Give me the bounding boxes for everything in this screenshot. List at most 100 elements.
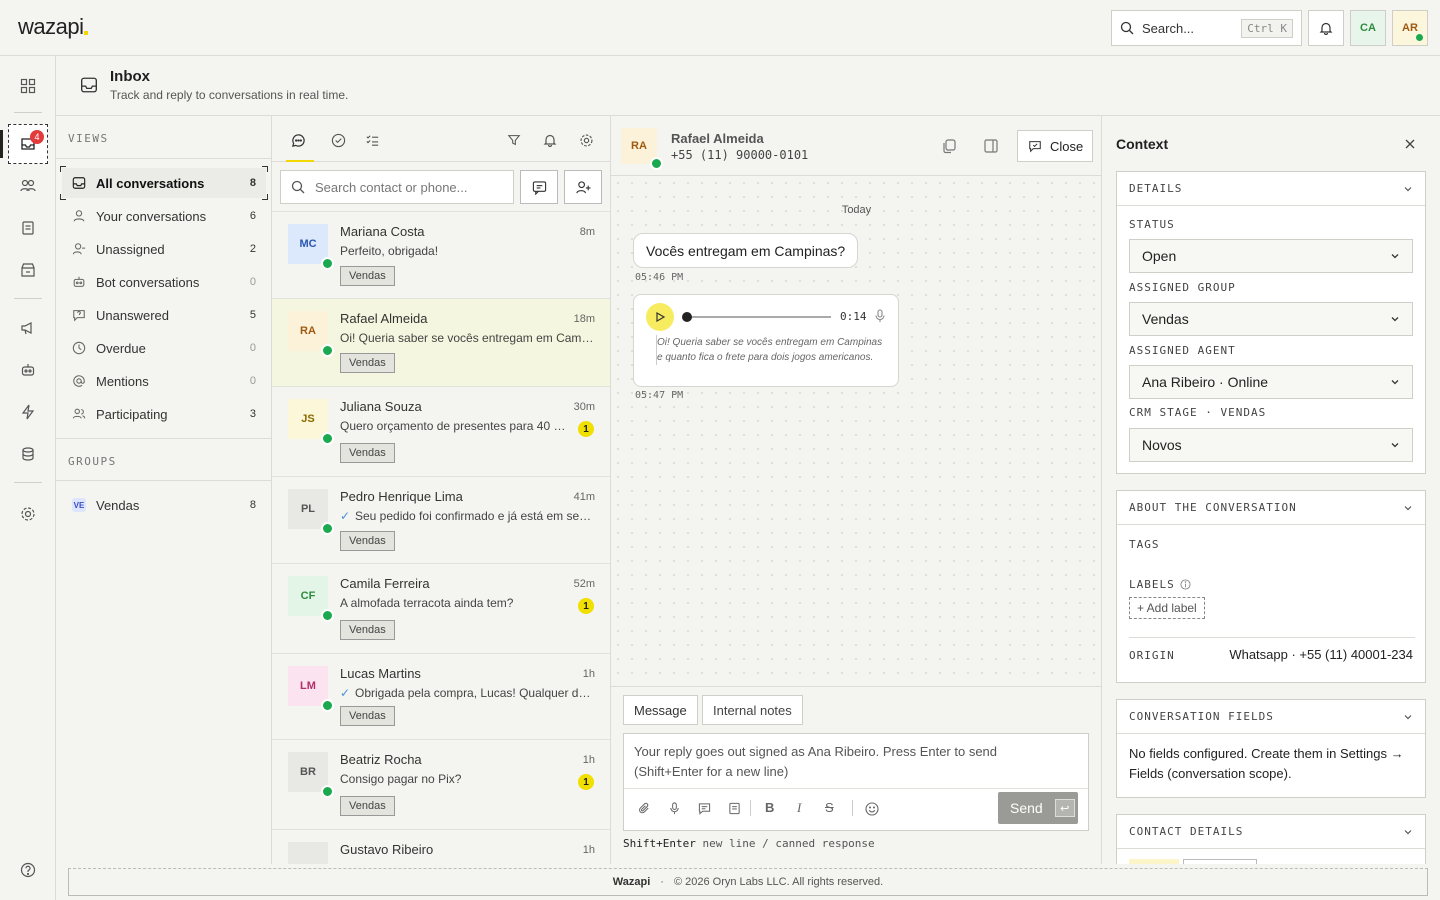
chat-header: RA Rafael Almeida +55 (11) 90000-0101 Cl… (611, 116, 1102, 176)
contact-search-input[interactable]: Search contact or phone... (280, 170, 514, 204)
database-icon[interactable] (14, 440, 42, 468)
search-label: Search... (1142, 20, 1195, 36)
copy-icon[interactable] (941, 138, 957, 154)
tasks-icon[interactable] (14, 214, 42, 242)
day-separator: Today (841, 204, 872, 216)
conversation-row[interactable]: JS Juliana Souza 30m Quero orçamento de … (272, 386, 610, 476)
app-logo[interactable]: wazapi (18, 14, 89, 40)
conversation-row[interactable]: PL Pedro Henrique Lima 41m ✓ Seu pedido f… (272, 476, 610, 563)
conversation-row[interactable]: BR Beatriz Rocha 1h Consigo pagar no Pix… (272, 739, 610, 829)
reply-placeholder: Your reply goes out signed as Ana Ribeir… (634, 744, 998, 779)
contact-details-header[interactable]: CONTACT DETAILS (1117, 815, 1425, 849)
dashboard-icon[interactable] (14, 72, 42, 100)
page-subtitle: Track and reply to conversations in real… (110, 88, 349, 102)
view-unanswered[interactable]: Unanswered 5 (62, 300, 266, 330)
info-icon (1180, 579, 1191, 590)
gear-icon[interactable] (576, 130, 596, 150)
agent-select[interactable]: Ana Ribeiro · Online (1129, 365, 1413, 399)
at-sign-icon (72, 374, 86, 388)
avatar: MC (288, 224, 334, 270)
conversation-row-selected[interactable]: RA Rafael Almeida 18m Oi! Queria saber s… (272, 298, 610, 386)
origin-label: ORIGIN (1129, 649, 1175, 662)
incoming-message: Vocês entregam em Campinas? (633, 233, 859, 268)
send-button[interactable]: Send ↩ (998, 792, 1078, 824)
chevron-down-icon (1403, 712, 1413, 722)
view-unassigned[interactable]: Unassigned 2 (62, 234, 266, 264)
emoji-icon[interactable] (865, 802, 879, 816)
view-participating[interactable]: Participating 3 (62, 399, 266, 429)
avatar-ca[interactable]: CA (1350, 10, 1386, 46)
group-select[interactable]: Vendas (1129, 302, 1413, 336)
footer-brand[interactable]: Wazapi (613, 876, 651, 888)
conversation-row[interactable]: GR Gustavo Ribeiro 1h (272, 829, 610, 864)
list-toolbar (272, 116, 610, 162)
crm-stage-select[interactable]: Novos (1129, 428, 1413, 462)
audio-progress-handle[interactable] (682, 312, 692, 322)
group-vendas[interactable]: VE Vendas 8 (62, 490, 266, 520)
bell-icon[interactable] (540, 130, 560, 150)
filter-icon[interactable] (504, 130, 524, 150)
views-panel: VIEWS All conversations 8 Your conversat… (56, 116, 272, 864)
megaphone-icon[interactable] (14, 314, 42, 342)
checklist-tab-icon[interactable] (362, 130, 382, 150)
online-dot (1416, 34, 1423, 41)
resolved-tab-icon[interactable] (328, 130, 348, 150)
microphone-icon[interactable] (668, 802, 681, 815)
lightning-icon[interactable] (14, 398, 42, 426)
about-header[interactable]: ABOUT THE CONVERSATION (1117, 491, 1425, 525)
contact-name: Beatriz Rocha (340, 752, 422, 767)
inbox-badge: 4 (30, 130, 44, 144)
settings-icon[interactable] (14, 500, 42, 528)
fields-header[interactable]: CONVERSATION FIELDS (1117, 700, 1425, 734)
play-button[interactable] (646, 303, 674, 331)
group-badge: VE (72, 498, 86, 512)
notifications-button[interactable] (1308, 10, 1344, 46)
attachment-icon[interactable] (638, 802, 651, 815)
group-tag: Vendas (340, 531, 395, 551)
add-label-button[interactable]: + Add label (1129, 597, 1205, 619)
search-placeholder: Search contact or phone... (315, 179, 468, 195)
template-icon[interactable] (728, 802, 741, 815)
reply-input[interactable]: Your reply goes out signed as Ana Ribeir… (623, 733, 1089, 831)
tab-message[interactable]: Message (623, 695, 698, 725)
avatar-ar[interactable]: AR (1392, 10, 1428, 46)
conversation-row[interactable]: LM Lucas Martins 1h ✓ Obrigada pela compr… (272, 653, 610, 739)
store-icon[interactable] (14, 256, 42, 284)
group-tag: Vendas (340, 620, 395, 640)
conversation-row[interactable]: CF Camila Ferreira 52m A almofada terrac… (272, 563, 610, 653)
time: 8m (579, 226, 595, 238)
add-contact-button[interactable] (564, 170, 602, 204)
details-header[interactable]: DETAILS (1117, 172, 1425, 206)
bot-icon[interactable] (14, 356, 42, 384)
status-select[interactable]: Open (1129, 239, 1413, 273)
open-conversations-tab-icon[interactable] (288, 130, 308, 150)
message-time: 05:46 PM (635, 272, 684, 283)
global-search[interactable]: Search... Ctrl K (1111, 10, 1302, 46)
help-icon[interactable] (14, 856, 42, 884)
tab-internal-notes[interactable]: Internal notes (702, 695, 803, 725)
view-overdue[interactable]: Overdue 0 (62, 333, 266, 363)
close-conversation-button[interactable]: Close (1017, 130, 1093, 162)
contacts-icon[interactable] (14, 172, 42, 200)
canned-response-icon[interactable] (698, 802, 711, 815)
close-icon[interactable] (1404, 138, 1416, 150)
message-preview: A almofada terracota ainda tem? (340, 596, 514, 610)
new-message-button[interactable] (520, 170, 558, 204)
whatsapp-icon (321, 432, 334, 445)
avatar: PL (288, 489, 334, 535)
contact-name: Mariana Costa (340, 224, 425, 239)
audio-message: 0:14 Oi! Queria saber se vocês entregam … (633, 294, 899, 387)
italic-icon[interactable]: I (797, 800, 801, 816)
view-mentions[interactable]: Mentions 0 (62, 366, 266, 396)
view-label: Unanswered (96, 307, 169, 323)
message-time: 05:47 PM (635, 390, 684, 401)
audio-progress-track[interactable] (686, 316, 831, 318)
user-minus-icon (72, 242, 86, 256)
sidebar-toggle-icon[interactable] (983, 138, 999, 154)
view-bot-conversations[interactable]: Bot conversations 0 (62, 267, 266, 297)
bold-icon[interactable]: B (765, 800, 774, 815)
strikethrough-icon[interactable]: S (825, 800, 834, 815)
conversation-row[interactable]: MC Mariana Costa 8m Perfeito, obrigada! … (272, 211, 610, 299)
view-your-conversations[interactable]: Your conversations 6 (62, 201, 266, 231)
view-all-conversations[interactable]: All conversations 8 (60, 166, 268, 200)
